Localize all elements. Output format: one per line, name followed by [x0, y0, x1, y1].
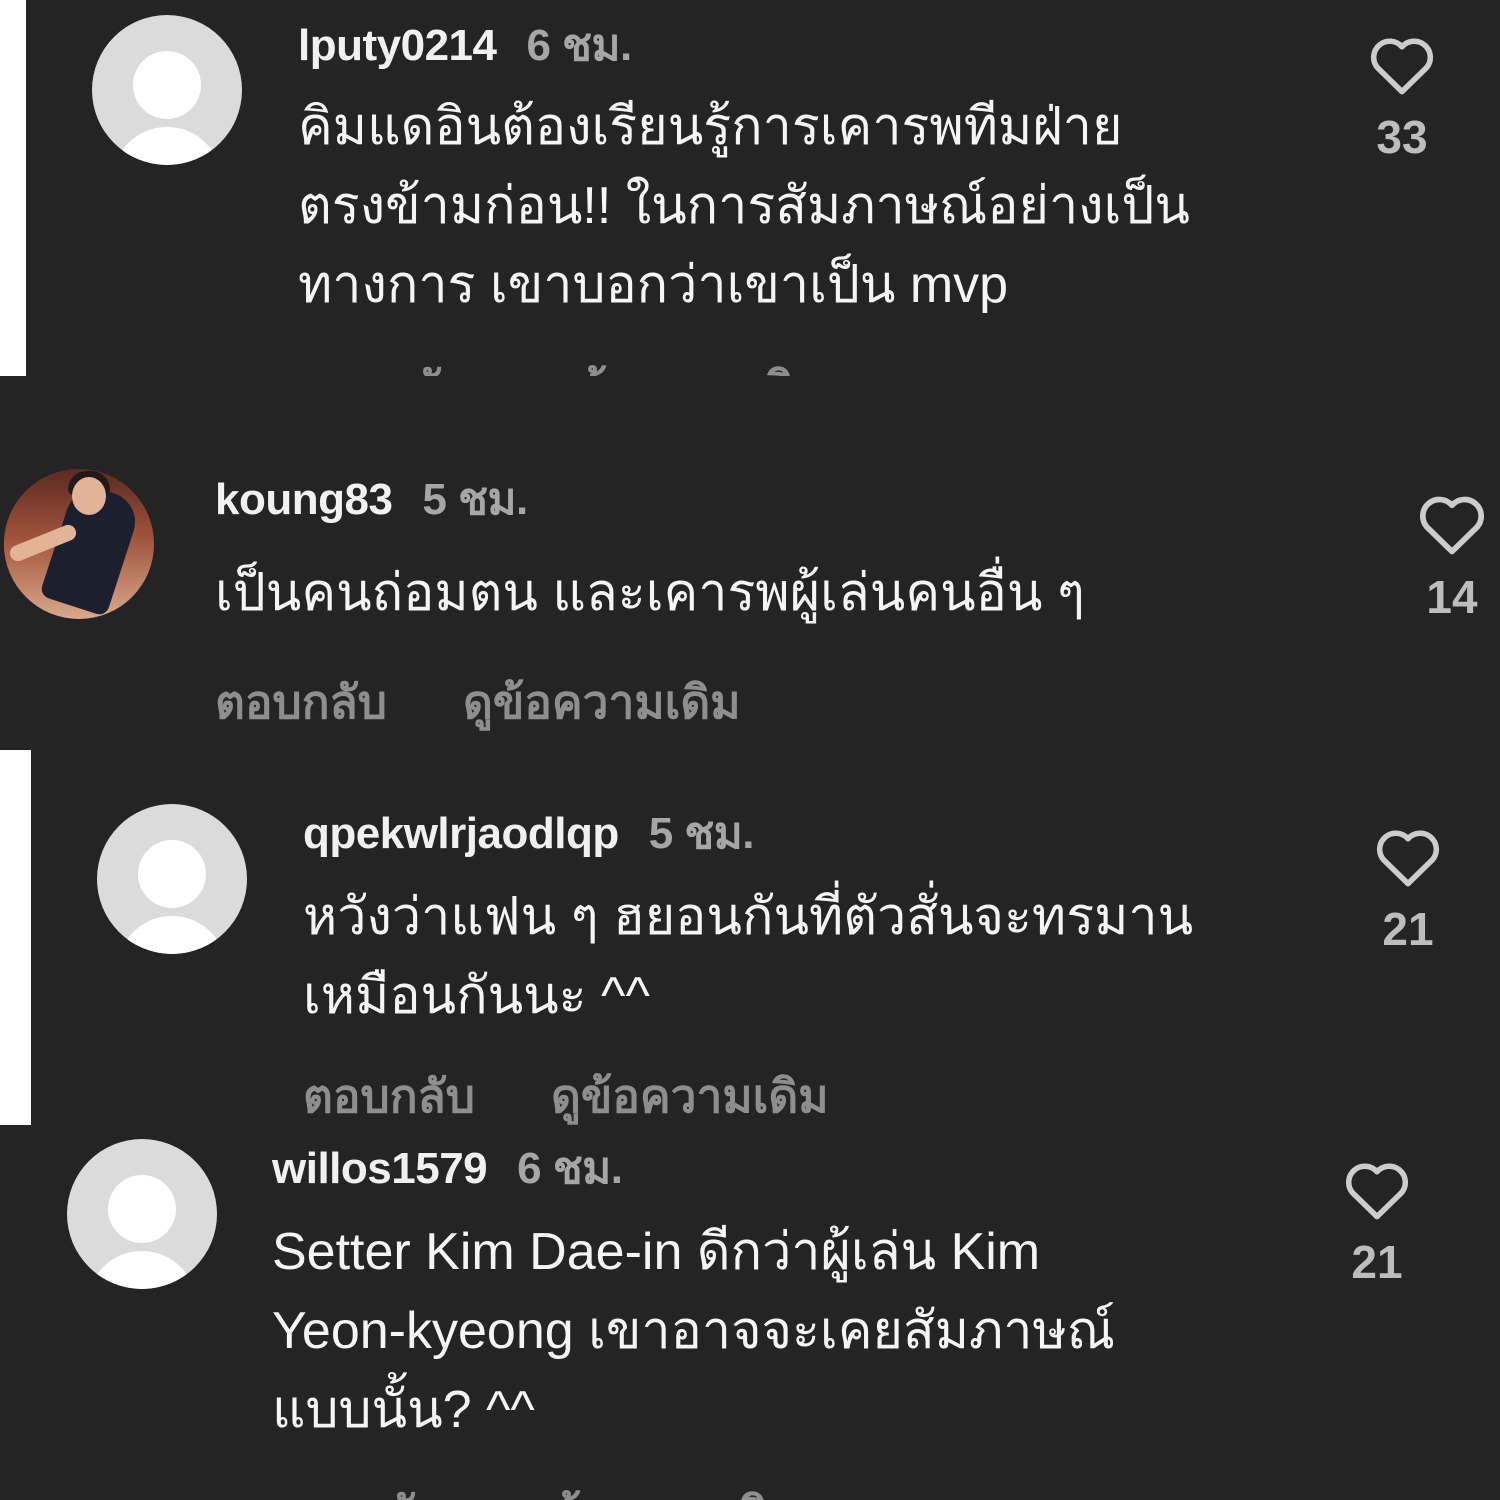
- comment-line: Setter Kim Dae-in ดีกว่าผู้เล่น Kim: [272, 1223, 1041, 1281]
- comment-line: แบบนั้น? ^^: [272, 1381, 535, 1439]
- comment-item: qpekwlrjaodlqp 5 ชม. หวังว่าแฟน ๆ ฮยอนกัน…: [31, 750, 1500, 1125]
- timestamp: 6 ชม.: [517, 1144, 623, 1193]
- comment-actions: ตอบกลับ ดูข้อความเดิม: [298, 352, 824, 376]
- like-control: 21: [1332, 1157, 1422, 1289]
- comment-text: เป็นคนถ่อมตน และเคารพผู้เล่นคนอื่น ๆ: [215, 554, 1085, 633]
- comment-header: willos1579 6 ชม.: [272, 1133, 623, 1203]
- heart-outline-icon[interactable]: [1367, 32, 1437, 96]
- comment-header: qpekwlrjaodlqp 5 ชม.: [303, 798, 755, 868]
- reply-button[interactable]: ตอบกลับ: [272, 1487, 444, 1500]
- like-count: 21: [1382, 903, 1434, 955]
- heart-outline-icon[interactable]: [1415, 490, 1489, 556]
- avatar-head: [138, 840, 206, 908]
- see-original-button[interactable]: ดูข้อความเดิม: [520, 1487, 798, 1500]
- comment-item: koung83 5 ชม. เป็นคนถ่อมตน และเคารพผู้เล่…: [0, 376, 1500, 750]
- see-original-button[interactable]: ดูข้อความเดิม: [463, 676, 741, 728]
- username-link[interactable]: lputy0214: [298, 21, 497, 70]
- avatar[interactable]: [92, 15, 242, 165]
- see-original-button[interactable]: ดูข้อความเดิม: [551, 1070, 829, 1122]
- like-control: 21: [1363, 824, 1453, 956]
- username-link[interactable]: koung83: [215, 475, 393, 524]
- avatar-head: [108, 1175, 176, 1243]
- timestamp: 5 ชม.: [422, 475, 528, 524]
- avatar[interactable]: [4, 469, 154, 619]
- avatar-head: [133, 51, 201, 119]
- avatar-photo-face: [72, 477, 106, 515]
- like-count: 33: [1376, 111, 1428, 163]
- reply-button[interactable]: ตอบกลับ: [215, 676, 387, 728]
- comment-line: หวังว่าแฟน ๆ ฮยอนกันที่ตัวสั่นจะทรมาน: [303, 888, 1194, 946]
- comment-text: คิมแดอินต้องเรียนรู้การเคารพทีมฝ่าย ตรงข…: [298, 88, 1190, 325]
- timestamp: 6 ชม.: [526, 21, 632, 70]
- username-link[interactable]: qpekwlrjaodlqp: [303, 809, 619, 858]
- comment-item: willos1579 6 ชม. Setter Kim Dae-in ดีกว่า…: [0, 1125, 1500, 1500]
- comment-actions: ตอบกลับ ดูข้อความเดิม: [303, 1060, 829, 1125]
- reply-button[interactable]: ตอบกลับ: [298, 362, 470, 376]
- comment-line: ทางการ เขาบอกว่าเขาเป็น mvp: [298, 256, 1009, 314]
- comment-text: Setter Kim Dae-in ดีกว่าผู้เล่น Kim Yeon…: [272, 1213, 1115, 1450]
- reply-button[interactable]: ตอบกลับ: [303, 1070, 475, 1122]
- avatar-body: [112, 127, 222, 165]
- comment-header: koung83 5 ชม.: [215, 464, 528, 534]
- like-control: 33: [1357, 32, 1447, 164]
- timestamp: 5 ชม.: [648, 809, 755, 858]
- avatar[interactable]: [97, 804, 247, 954]
- username-link[interactable]: willos1579: [272, 1144, 488, 1193]
- heart-outline-icon[interactable]: [1373, 824, 1443, 888]
- comment-header: lputy0214 6 ชม.: [298, 10, 632, 80]
- avatar-body: [117, 916, 227, 954]
- comment-item: lputy0214 6 ชม. คิมแดอินต้องเรียนรู้การเค…: [26, 0, 1500, 376]
- comment-line: Yeon-kyeong เขาอาจจะเคยสัมภาษณ์: [272, 1302, 1115, 1360]
- comment-line: คิมแดอินต้องเรียนรู้การเคารพทีมฝ่าย: [298, 98, 1123, 156]
- comment-line: เป็นคนถ่อมตน และเคารพผู้เล่นคนอื่น ๆ: [215, 564, 1085, 622]
- avatar-body: [87, 1251, 197, 1289]
- comment-line: เหมือนกันนะ ^^: [303, 967, 650, 1025]
- comment-actions: ตอบกลับ ดูข้อความเดิม: [272, 1477, 798, 1500]
- like-count: 21: [1351, 1236, 1403, 1288]
- like-control: 14: [1407, 490, 1497, 624]
- comment-text: หวังว่าแฟน ๆ ฮยอนกันที่ตัวสั่นจะทรมาน เห…: [303, 878, 1193, 1036]
- heart-outline-icon[interactable]: [1342, 1157, 1412, 1221]
- comment-actions: ตอบกลับ ดูข้อความเดิม: [215, 666, 741, 739]
- like-count: 14: [1426, 571, 1478, 623]
- comment-line: ตรงข้ามก่อน!! ในการสัมภาษณ์อย่างเป็น: [298, 177, 1190, 235]
- avatar[interactable]: [67, 1139, 217, 1289]
- see-original-button[interactable]: ดูข้อความเดิม: [546, 362, 824, 376]
